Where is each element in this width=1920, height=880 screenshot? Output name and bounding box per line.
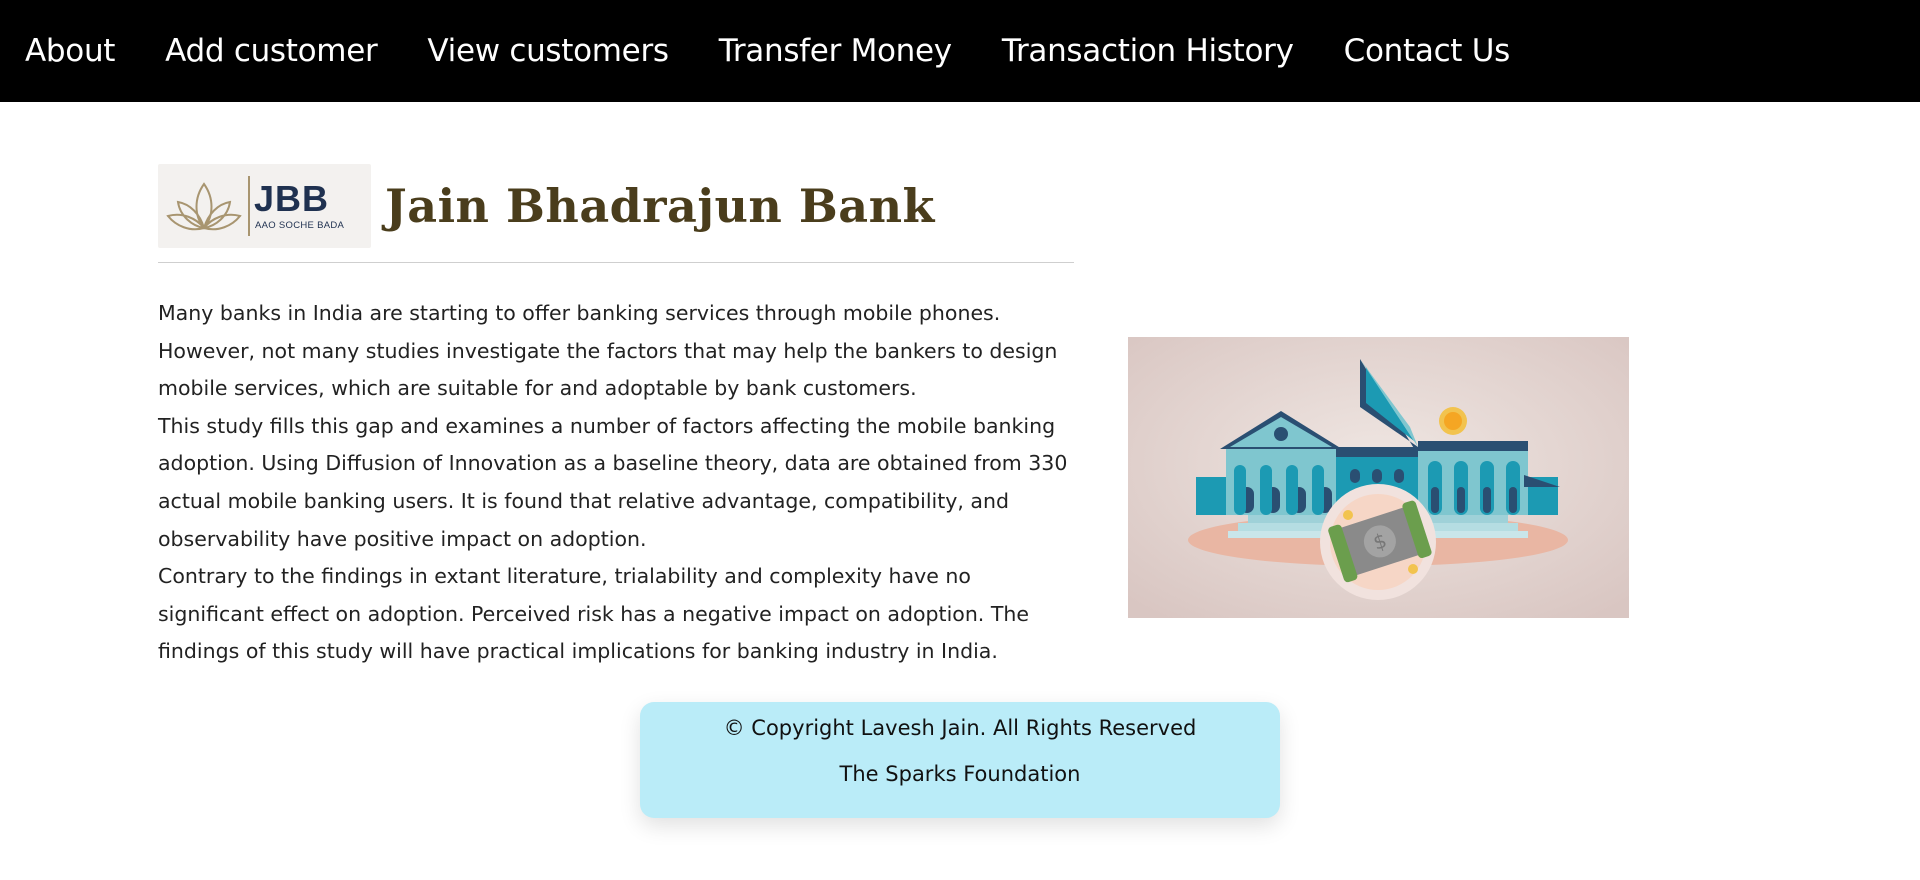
- logo-abbreviation: JBB: [254, 177, 330, 219]
- paragraph-intro: Many banks in India are starting to offe…: [158, 301, 1058, 401]
- nav-transfer-money-link[interactable]: Transfer Money: [719, 33, 952, 69]
- page-title: Jain Bhadrajun Bank: [385, 178, 935, 233]
- nav-add-customer-link[interactable]: Add customer: [165, 33, 378, 69]
- logo-divider: [248, 175, 250, 236]
- bank-logo: JBB AAO SOCHE BADA: [158, 163, 371, 248]
- footer-copyright: © Copyright Lavesh Jain. All Rights Rese…: [723, 716, 1197, 740]
- nav-transaction-history-link[interactable]: Transaction History: [1002, 33, 1294, 69]
- bank-illustration: $: [1128, 337, 1629, 618]
- footer-organization: The Sparks Foundation: [839, 762, 1081, 786]
- brand-header: JBB AAO SOCHE BADA Jain Bhadrajun Bank: [158, 148, 935, 264]
- footer-card: © Copyright Lavesh Jain. All Rights Rese…: [640, 702, 1280, 818]
- paragraph-findings: Contrary to the findings in extant liter…: [158, 564, 1029, 664]
- top-navbar: About Add customer View customers Transf…: [0, 0, 1920, 102]
- logo-tagline: AAO SOCHE BADA: [255, 219, 345, 231]
- nav-about-link[interactable]: About: [25, 33, 115, 69]
- header-divider: [158, 262, 1074, 263]
- paragraph-study: This study fills this gap and examines a…: [158, 413, 1068, 551]
- nav-view-customers-link[interactable]: View customers: [427, 33, 669, 69]
- about-text: Many banks in India are starting to offe…: [158, 295, 1078, 671]
- lotus-icon: [166, 182, 242, 231]
- nav-contact-us-link[interactable]: Contact Us: [1344, 33, 1511, 69]
